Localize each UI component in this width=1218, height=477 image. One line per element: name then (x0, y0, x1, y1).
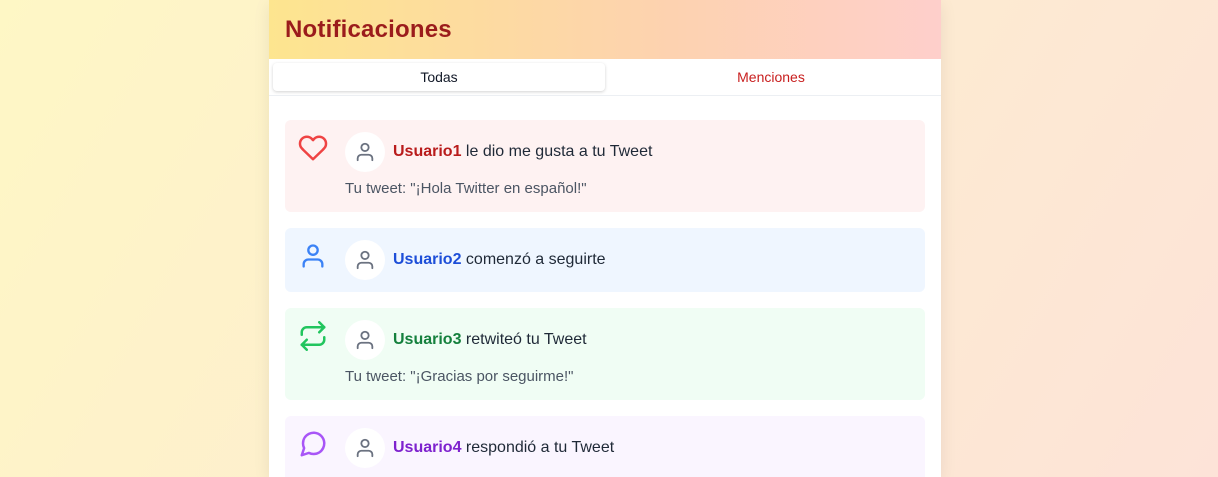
user-avatar-icon (356, 250, 374, 270)
action-text: le dio me gusta a tu Tweet (465, 143, 653, 160)
username-link[interactable]: Usuario2 (393, 251, 461, 268)
page-title: Notificaciones (285, 15, 452, 43)
user-avatar-icon (356, 330, 374, 350)
username-link[interactable]: Usuario1 (393, 143, 461, 160)
tweet-snippet: Tu tweet: "¡Hola Twitter en español!" (345, 180, 587, 197)
notification-like[interactable]: Usuario1 le dio me gusta a tu Tweet Tu t… (285, 120, 925, 212)
tab-todas[interactable]: Todas (273, 63, 605, 91)
notification-retweet[interactable]: Usuario3 retwiteó tu Tweet Tu tweet: "¡G… (285, 308, 925, 400)
avatar[interactable] (345, 240, 385, 280)
notification-text: Usuario4 respondió a tu Tweet (393, 439, 614, 457)
notification-text: Usuario1 le dio me gusta a tu Tweet (393, 143, 652, 161)
action-text: comenzó a seguirte (465, 251, 606, 268)
notification-follow[interactable]: Usuario2 comenzó a seguirte (285, 228, 925, 292)
header: Notificaciones (269, 0, 941, 59)
action-text: respondió a tu Tweet (465, 439, 615, 456)
retweet-icon (297, 320, 329, 352)
avatar[interactable] (345, 428, 385, 468)
notification-text: Usuario3 retwiteó tu Tweet (393, 331, 587, 349)
user-avatar-icon (356, 142, 374, 162)
heart-icon (297, 132, 329, 164)
notifications-panel: Notificaciones Todas Menciones Usuario1 … (269, 0, 941, 477)
tab-bar: Todas Menciones (269, 59, 941, 96)
username-link[interactable]: Usuario3 (393, 331, 461, 348)
action-text: retwiteó tu Tweet (465, 331, 587, 348)
message-circle-icon (297, 428, 329, 460)
avatar[interactable] (345, 132, 385, 172)
notification-list: Usuario1 le dio me gusta a tu Tweet Tu t… (269, 96, 941, 477)
notification-text: Usuario2 comenzó a seguirte (393, 251, 606, 269)
avatar[interactable] (345, 320, 385, 360)
tweet-snippet: Tu tweet: "¡Gracias por seguirme!" (345, 368, 574, 385)
notification-reply[interactable]: Usuario4 respondió a tu Tweet (285, 416, 925, 477)
user-avatar-icon (356, 438, 374, 458)
tab-menciones[interactable]: Menciones (605, 63, 937, 91)
username-link[interactable]: Usuario4 (393, 439, 461, 456)
user-icon (297, 240, 329, 272)
